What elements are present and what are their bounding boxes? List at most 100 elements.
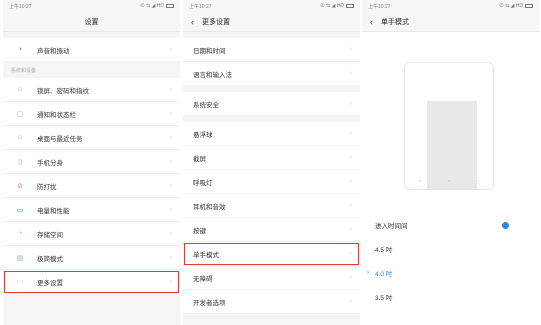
phone-clone-icon: ▯ xyxy=(18,158,22,166)
settings-item-battery[interactable]: ▭ 电量和性能 › xyxy=(3,198,180,222)
settings-item-date-time[interactable]: 日期和时间 › xyxy=(183,38,360,62)
lock-icon: ⌂ xyxy=(17,86,23,93)
settings-item-label: 悬浮球 xyxy=(193,131,213,139)
selected-check-icon: › xyxy=(367,270,369,276)
settings-item-developer[interactable]: 开发者选项 › xyxy=(183,290,360,314)
shrunk-screen-preview xyxy=(427,101,477,189)
battery-icon: ▭ xyxy=(16,206,24,214)
phone-nav-buttons: ◂ ● ▪ xyxy=(418,178,480,183)
size-option-label: 4.5 吋 xyxy=(375,247,393,254)
status-bar: 上午10:27 ✆ ⇆ ◢ HD xyxy=(362,0,539,12)
status-bar: 上午10:27 ✆ ⇆ ◢ HD xyxy=(3,0,180,12)
size-option-label: 3.5 吋 xyxy=(375,295,393,302)
settings-item-label: 无障碍 xyxy=(193,275,213,283)
settings-item-label: 电量和性能 xyxy=(37,207,70,215)
do-not-disturb-icon: ⊘ xyxy=(17,182,23,190)
settings-item-floating-ball[interactable]: 悬浮球 › xyxy=(183,122,360,146)
enter-interval-label: 进入时间间 xyxy=(375,223,408,230)
settings-item-label: 单手模式 xyxy=(193,251,219,259)
size-option-4-5[interactable]: 4.5 吋 xyxy=(362,240,539,258)
chevron-right-icon: › xyxy=(349,46,352,53)
battery-status-icon xyxy=(346,4,354,8)
section-label: 系统和设备 xyxy=(3,62,180,78)
home-icon: ⌂ xyxy=(17,134,23,141)
chevron-right-icon: › xyxy=(169,46,172,53)
signal-icons: ✆ ⇆ ◢ HD xyxy=(140,3,164,9)
settings-item-home[interactable]: ⌂ 桌面与最近任务 › xyxy=(3,126,180,150)
back-arrow-icon[interactable]: ‹ xyxy=(191,17,194,27)
settings-item-label: 防打扰 xyxy=(37,183,57,191)
settings-item-language[interactable]: 语言和输入法 › xyxy=(183,62,360,86)
settings-item-buttons[interactable]: 按键 › xyxy=(183,218,360,242)
settings-item-label: 日期和时间 xyxy=(193,47,226,55)
battery-status-icon xyxy=(166,4,174,8)
one-hand-mode-screen: 上午10:27 ✆ ⇆ ◢ HD ‹ 单手模式 ◂ ● ▪ 进入时间间 4.5 吋 … xyxy=(362,0,539,325)
chevron-right-icon: › xyxy=(169,182,172,189)
chevron-right-icon: › xyxy=(349,226,352,233)
chevron-right-icon: › xyxy=(169,110,172,117)
settings-item-screenshot[interactable]: 截屏 › xyxy=(183,146,360,170)
settings-item-dnd[interactable]: ⊘ 防打扰 › xyxy=(3,174,180,198)
page-title: 更多设置 xyxy=(202,18,230,26)
size-option-4-0[interactable]: › 4.0 吋 xyxy=(362,264,539,282)
signal-icons: ✆ ⇆ ◢ HD xyxy=(320,3,344,9)
back-arrow-icon[interactable]: ‹ xyxy=(370,17,373,27)
settings-item-label: 开发者选项 xyxy=(193,299,226,307)
simple-mode-icon: ▤ xyxy=(16,254,24,262)
chevron-right-icon: › xyxy=(349,178,352,185)
toggle-indicator[interactable] xyxy=(502,221,509,229)
settings-item-phone-clone[interactable]: ▯ 手机分身 › xyxy=(3,150,180,174)
settings-item-simple-mode[interactable]: ▤ 极简模式 › xyxy=(3,246,180,270)
enter-interval-row[interactable]: 进入时间间 xyxy=(362,216,539,234)
page-title-bar: 设置 xyxy=(3,12,180,32)
settings-item-label: 桌面与最近任务 xyxy=(37,135,83,143)
chevron-right-icon: › xyxy=(169,206,172,213)
settings-item-one-hand-mode[interactable]: 单手模式 › xyxy=(183,242,360,266)
storage-icon: ◔ xyxy=(17,230,23,237)
chevron-right-icon: › xyxy=(349,100,352,107)
settings-item-accessibility[interactable]: 无障碍 › xyxy=(183,266,360,290)
chevron-right-icon: › xyxy=(169,278,172,285)
settings-item-label: 手机分身 xyxy=(37,159,63,167)
settings-item-label: 声音和振动 xyxy=(37,47,70,55)
settings-item-lock[interactable]: ⌂ 锁屏、密码和指纹 › xyxy=(3,78,180,102)
status-bar: 上午10:27 ✆ ⇆ ◢ HD xyxy=(183,0,360,12)
settings-screen: 上午10:27 ✆ ⇆ ◢ HD 设置 ◑ 声音和振动 › 系统和设备 ⌂ 锁屏… xyxy=(3,0,180,325)
settings-item-label: 系统安全 xyxy=(193,101,219,109)
settings-item-label: 语言和输入法 xyxy=(193,71,232,79)
settings-item-label: 耳机和音效 xyxy=(193,203,226,211)
settings-item-label: 锁屏、密码和指纹 xyxy=(37,87,89,95)
notification-icon: ▢ xyxy=(16,110,24,118)
settings-item-breathing-light[interactable]: 呼吸灯 › xyxy=(183,170,360,194)
signal-icons: ✆ ⇆ ◢ HD xyxy=(499,3,523,9)
settings-item-label: 呼吸灯 xyxy=(193,179,213,187)
page-title-bar: ‹ 更多设置 xyxy=(183,12,360,32)
status-time: 上午10:27 xyxy=(189,3,212,10)
settings-item-label: 更多设置 xyxy=(37,279,63,287)
chevron-right-icon: › xyxy=(349,130,352,137)
chevron-right-icon: › xyxy=(349,250,352,257)
chevron-right-icon: › xyxy=(169,134,172,141)
page-title: 单手模式 xyxy=(381,18,409,26)
settings-item-sound[interactable]: ◑ 声音和振动 › xyxy=(3,38,180,62)
more-icon: ··· xyxy=(16,278,24,285)
chevron-right-icon: › xyxy=(169,230,172,237)
battery-status-icon xyxy=(525,4,533,8)
settings-item-label: 按键 xyxy=(193,227,206,235)
status-time: 上午10:27 xyxy=(368,3,391,10)
chevron-right-icon: › xyxy=(349,70,352,77)
settings-item-headphones[interactable]: 耳机和音效 › xyxy=(183,194,360,218)
chevron-right-icon: › xyxy=(169,254,172,261)
settings-item-notification[interactable]: ▢ 通知和状态栏 › xyxy=(3,102,180,126)
chevron-right-icon: › xyxy=(349,154,352,161)
settings-item-more[interactable]: ··· 更多设置 › xyxy=(3,270,180,294)
settings-item-security[interactable]: 系统安全 › xyxy=(183,92,360,116)
page-title-bar: ‹ 单手模式 xyxy=(362,12,539,32)
size-option-3-5[interactable]: 3.5 吋 xyxy=(362,288,539,306)
settings-item-storage[interactable]: ◔ 存储空间 › xyxy=(3,222,180,246)
more-settings-screen: 上午10:27 ✆ ⇆ ◢ HD ‹ 更多设置 日期和时间 › 语言和输入法 ›… xyxy=(183,0,360,325)
sound-icon: ◑ xyxy=(17,46,23,53)
chevron-right-icon: › xyxy=(349,202,352,209)
size-option-label: 4.0 吋 xyxy=(375,271,393,278)
page-title: 设置 xyxy=(84,18,99,26)
